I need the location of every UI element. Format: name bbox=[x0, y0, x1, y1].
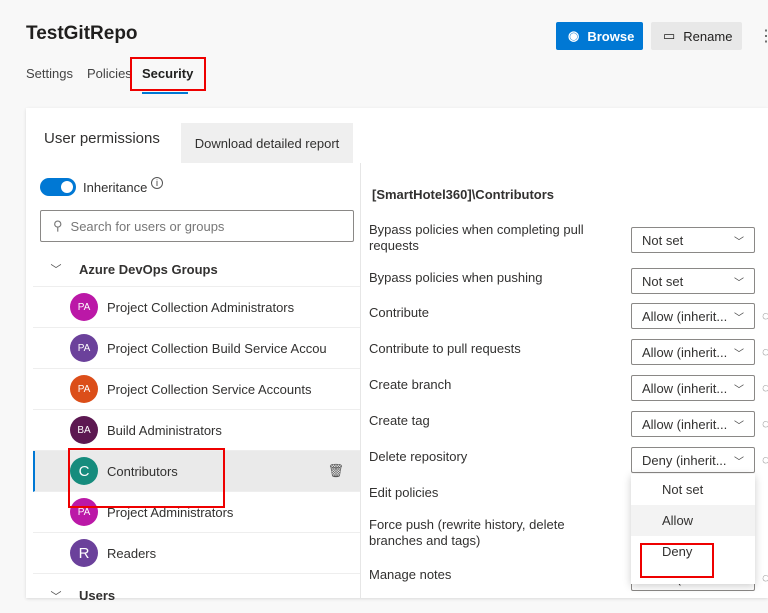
chevron-down-icon: ﹀ bbox=[50, 264, 62, 276]
permission-label: Edit policies bbox=[369, 485, 439, 500]
rename-label: Rename bbox=[683, 28, 733, 44]
info-icon[interactable]: i bbox=[151, 177, 163, 189]
group-name: Project Collection Administrators bbox=[107, 299, 295, 315]
permission-label: Delete repository bbox=[369, 449, 468, 464]
chevron-down-icon: ﹀ bbox=[734, 236, 744, 248]
status-icon: ◌ bbox=[762, 416, 768, 431]
inheritance-label: Inheritance bbox=[83, 180, 148, 195]
group-header-users[interactable]: ﹀ Users bbox=[33, 578, 360, 613]
group-name: Project Collection Service Accounts bbox=[107, 381, 312, 397]
chevron-down-icon: ﹀ bbox=[734, 312, 744, 324]
group-name: Build Administrators bbox=[107, 422, 222, 438]
permission-label: Contribute to pull requests bbox=[369, 341, 521, 356]
highlight-security-tab bbox=[130, 57, 206, 91]
chevron-down-icon: ﹀ bbox=[734, 384, 744, 396]
permission-dropdown[interactable]: Allow (inherit... ﹀ bbox=[631, 411, 755, 437]
permission-value: Not set bbox=[642, 273, 684, 289]
chevron-down-icon: ﹀ bbox=[50, 590, 62, 603]
group-row[interactable]: PA Project Collection Service Accounts bbox=[33, 369, 360, 410]
browse-label: Browse bbox=[587, 28, 635, 44]
status-icon: ◌ bbox=[762, 308, 768, 323]
permission-dropdown[interactable]: Allow (inherit... ﹀ bbox=[631, 339, 755, 365]
status-icon: ◌ bbox=[762, 452, 768, 467]
permission-value: Allow (inherit... bbox=[642, 344, 728, 360]
group-header-label: Azure DevOps Groups bbox=[79, 261, 218, 277]
status-icon: ◌ bbox=[762, 380, 768, 395]
permission-label: Create branch bbox=[369, 377, 452, 392]
chevron-down-icon: ﹀ bbox=[734, 348, 744, 360]
search-placeholder: Search for users or groups bbox=[70, 218, 225, 234]
permissions-title: [SmartHotel360]\Contributors bbox=[372, 187, 555, 202]
tab-policies[interactable]: Policies bbox=[87, 66, 132, 81]
person-icon: ⚲ bbox=[53, 218, 63, 233]
status-icon: ◌ bbox=[762, 344, 768, 359]
chevron-down-icon: ﹀ bbox=[734, 456, 744, 468]
chevron-down-icon: ﹀ bbox=[734, 277, 744, 289]
permission-label: Manage notes bbox=[369, 567, 452, 582]
rename-button[interactable]: ▭ Rename bbox=[651, 22, 742, 50]
avatar: R bbox=[70, 539, 98, 567]
group-name: Readers bbox=[107, 545, 157, 561]
avatar: BA bbox=[70, 416, 98, 444]
highlight-contributors bbox=[68, 448, 225, 508]
group-row[interactable]: BA Build Administrators bbox=[33, 410, 360, 451]
group-header-label: Users bbox=[79, 588, 116, 603]
permission-value: Allow (inherit... bbox=[642, 308, 728, 324]
group-row[interactable]: PA Project Collection Administrators bbox=[33, 287, 360, 328]
avatar: PA bbox=[70, 293, 98, 321]
group-name: Project Collection Build Service Accou bbox=[107, 340, 327, 356]
rename-icon: ▭ bbox=[663, 28, 676, 43]
permission-dropdown[interactable]: Allow (inherit... ﹀ bbox=[631, 375, 755, 401]
delete-icon[interactable]: 🗑 bbox=[327, 463, 344, 479]
permission-label: Bypass policies when completing pull req… bbox=[369, 222, 584, 253]
group-row[interactable]: R Readers bbox=[33, 533, 360, 574]
active-tab-indicator bbox=[142, 92, 188, 94]
highlight-deny bbox=[640, 543, 714, 578]
search-input[interactable]: ⚲ Search for users or groups bbox=[40, 210, 354, 242]
avatar: PA bbox=[70, 375, 98, 403]
download-report-button[interactable]: Download detailed report bbox=[181, 123, 353, 163]
permission-value: Allow (inherit... bbox=[642, 380, 728, 396]
browse-button[interactable]: ◉ Browse bbox=[556, 22, 643, 50]
menu-item-not-set[interactable]: Not set bbox=[631, 474, 755, 505]
status-icon: ◌ bbox=[762, 570, 768, 585]
permission-dropdown[interactable]: Allow (inherit... ﹀ bbox=[631, 303, 755, 329]
permission-label: Contribute bbox=[369, 305, 429, 320]
divider bbox=[360, 163, 361, 598]
group-row[interactable]: PA Project Collection Build Service Accou bbox=[33, 328, 360, 369]
permission-label: Force push (rewrite history, delete bran… bbox=[369, 517, 565, 548]
permission-value: Deny (inherit... bbox=[642, 452, 727, 468]
repo-title: TestGitRepo bbox=[26, 23, 138, 44]
tab-settings[interactable]: Settings bbox=[26, 66, 73, 81]
chevron-down-icon: ﹀ bbox=[734, 420, 744, 432]
permission-dropdown[interactable]: Not set ﹀ bbox=[631, 227, 755, 253]
permission-label: Bypass policies when pushing bbox=[369, 270, 543, 285]
group-header-azure-devops[interactable]: ﹀ Azure DevOps Groups bbox=[33, 252, 360, 287]
permission-dropdown[interactable]: Not set ﹀ bbox=[631, 268, 755, 294]
permission-dropdown[interactable]: Deny (inherit... ﹀ bbox=[631, 447, 755, 473]
more-options-icon[interactable]: ⋮ bbox=[758, 26, 768, 46]
permission-value: Not set bbox=[642, 232, 684, 248]
user-permissions-heading: User permissions bbox=[44, 130, 160, 147]
menu-item-allow[interactable]: Allow bbox=[631, 505, 755, 536]
permission-label: Create tag bbox=[369, 413, 430, 428]
inheritance-toggle[interactable] bbox=[40, 178, 76, 196]
eye-icon: ◉ bbox=[568, 28, 580, 43]
avatar: PA bbox=[70, 334, 98, 362]
permission-value: Allow (inherit... bbox=[642, 416, 728, 432]
